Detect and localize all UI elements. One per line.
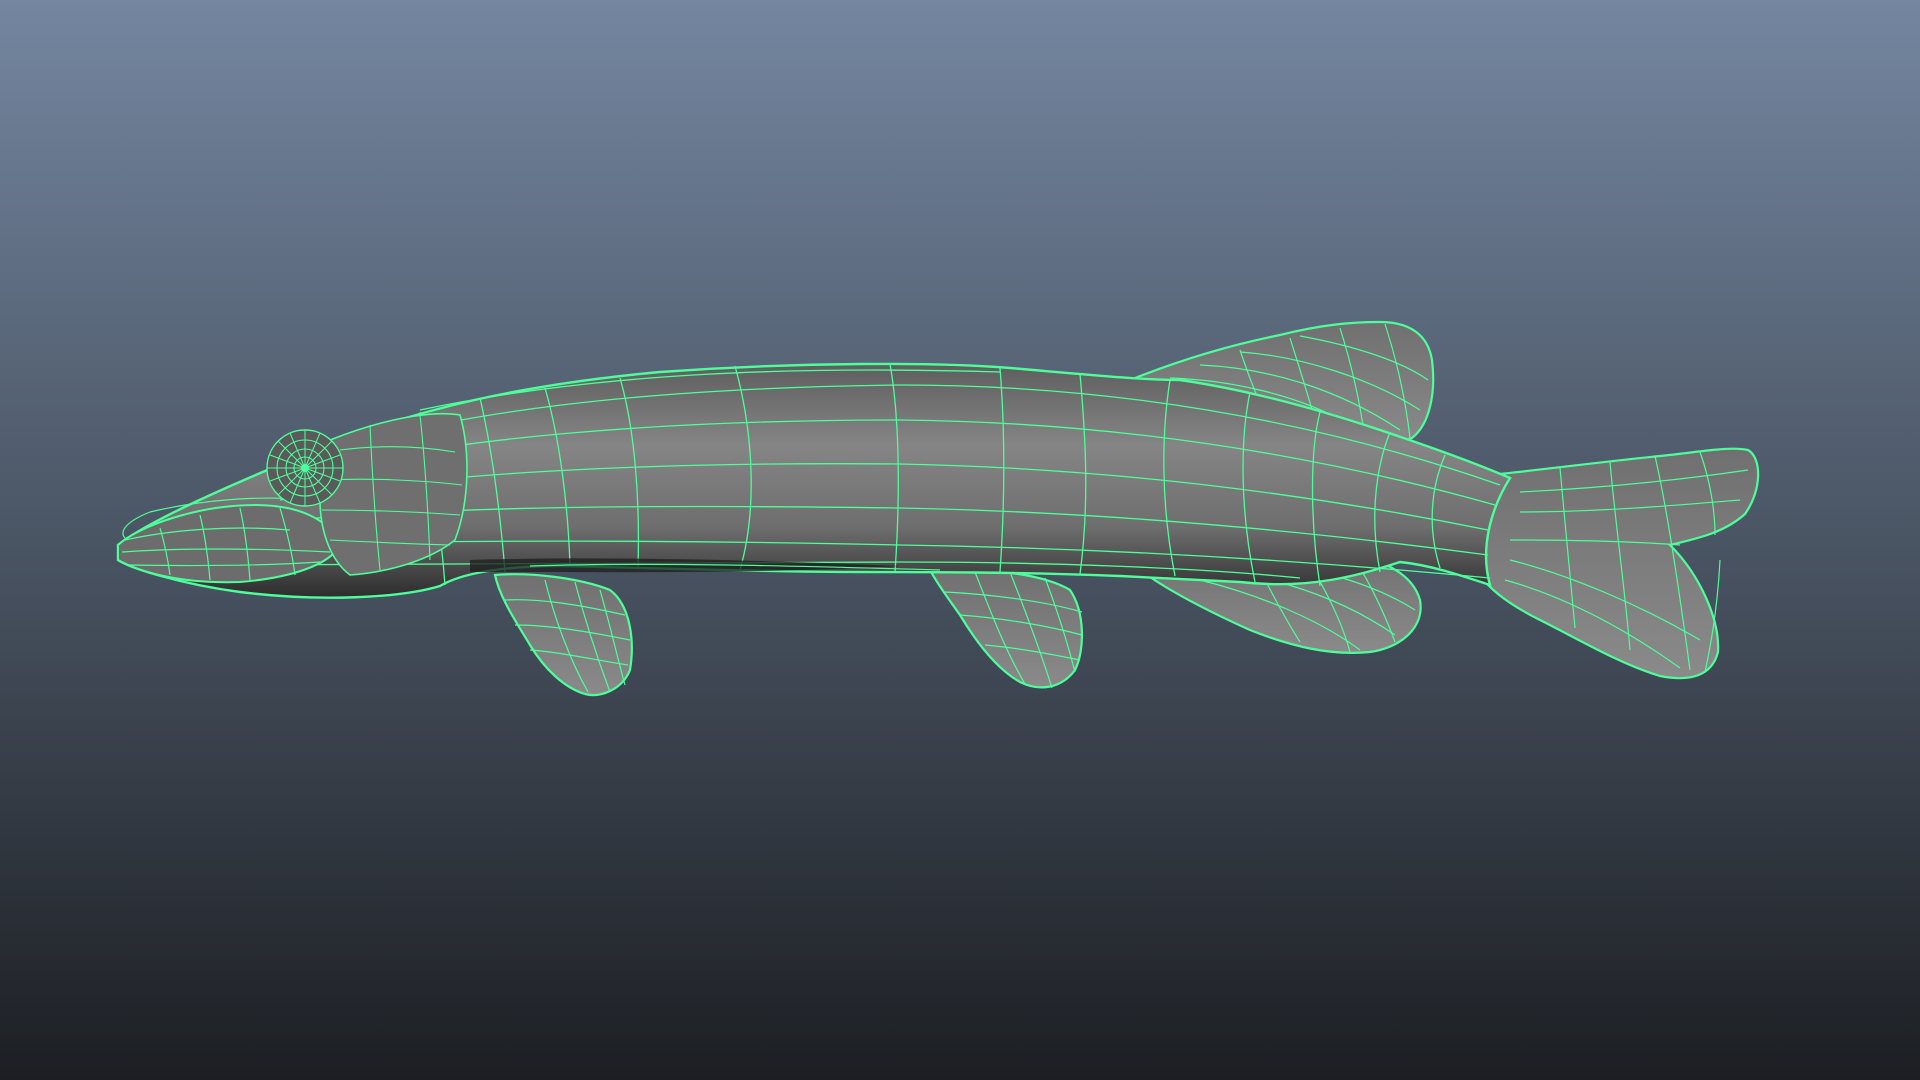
eye <box>266 429 344 507</box>
viewport-3d[interactable] <box>0 0 1920 1080</box>
viewport-canvas[interactable] <box>0 0 1920 1080</box>
